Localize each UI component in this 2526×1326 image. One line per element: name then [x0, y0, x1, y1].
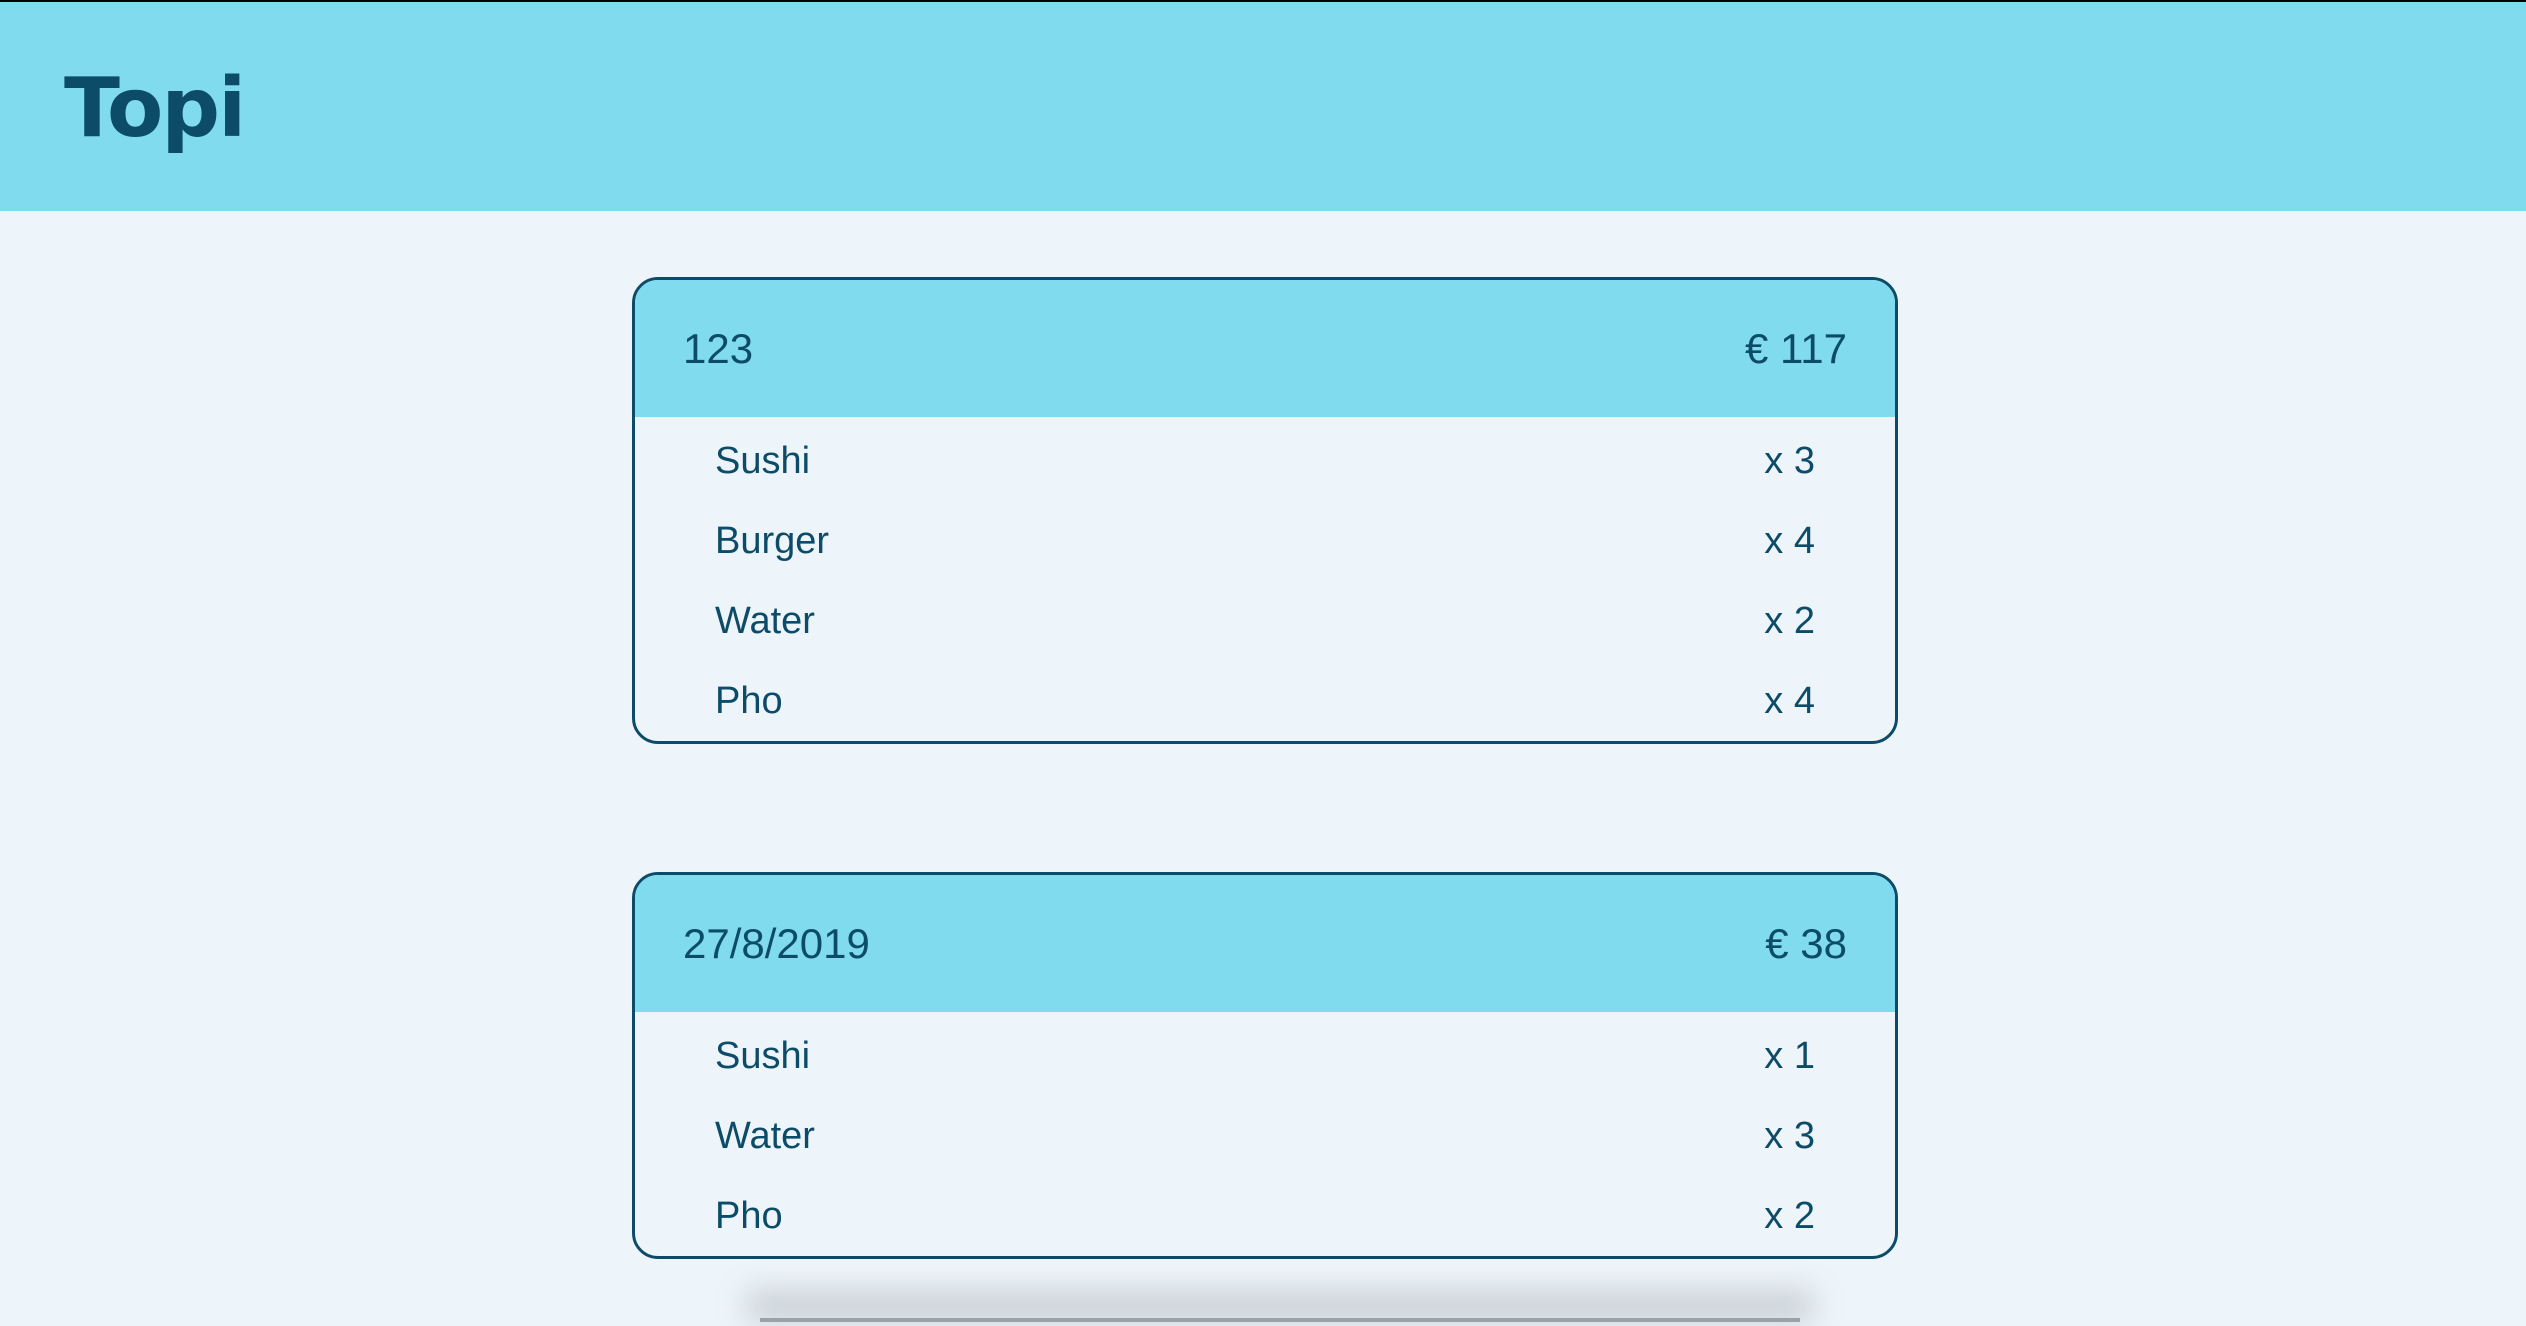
orders-list: 123 € 117 Sushi x 3 Burger x 4 Water x 2… [632, 277, 1898, 1326]
item-name: Sushi [715, 439, 811, 482]
item-name: Pho [715, 679, 783, 722]
order-id: 123 [683, 324, 754, 372]
item-name: Water [715, 599, 815, 642]
order-header[interactable]: 27/8/2019 € 38 [635, 875, 1895, 1012]
next-card-edge [760, 1318, 1800, 1322]
order-item: Pho x 4 [635, 661, 1895, 741]
order-item: Pho x 2 [635, 1176, 1895, 1256]
item-quantity: x 2 [1764, 599, 1815, 642]
order-item: Sushi x 1 [635, 1016, 1895, 1096]
order-items: Sushi x 1 Water x 3 Pho x 2 [635, 1012, 1895, 1256]
order-item: Sushi x 3 [635, 421, 1895, 501]
app-window: Topi 123 € 117 Sushi x 3 Burger x 4 Wate… [0, 2, 2526, 1326]
order-total: € 38 [1765, 919, 1847, 967]
order-item: Water x 3 [635, 1096, 1895, 1176]
item-quantity: x 4 [1764, 679, 1815, 722]
item-quantity: x 4 [1764, 519, 1815, 562]
order-items: Sushi x 3 Burger x 4 Water x 2 Pho x 4 [635, 417, 1895, 741]
item-quantity: x 2 [1764, 1194, 1815, 1237]
order-total: € 117 [1745, 324, 1847, 372]
order-date: 27/8/2019 [683, 919, 870, 967]
order-card[interactable]: 27/8/2019 € 38 Sushi x 1 Water x 3 Pho x… [632, 872, 1898, 1259]
order-item: Water x 2 [635, 581, 1895, 661]
item-quantity: x 3 [1764, 439, 1815, 482]
app-header: Topi [0, 2, 2526, 211]
item-name: Water [715, 1114, 815, 1157]
item-name: Burger [715, 519, 830, 562]
item-name: Sushi [715, 1034, 811, 1077]
item-name: Pho [715, 1194, 783, 1237]
app-title: Topi [64, 61, 246, 156]
order-card[interactable]: 123 € 117 Sushi x 3 Burger x 4 Water x 2… [632, 277, 1898, 744]
item-quantity: x 3 [1764, 1114, 1815, 1157]
order-item: Burger x 4 [635, 501, 1895, 581]
item-quantity: x 1 [1764, 1034, 1815, 1077]
order-header[interactable]: 123 € 117 [635, 280, 1895, 417]
